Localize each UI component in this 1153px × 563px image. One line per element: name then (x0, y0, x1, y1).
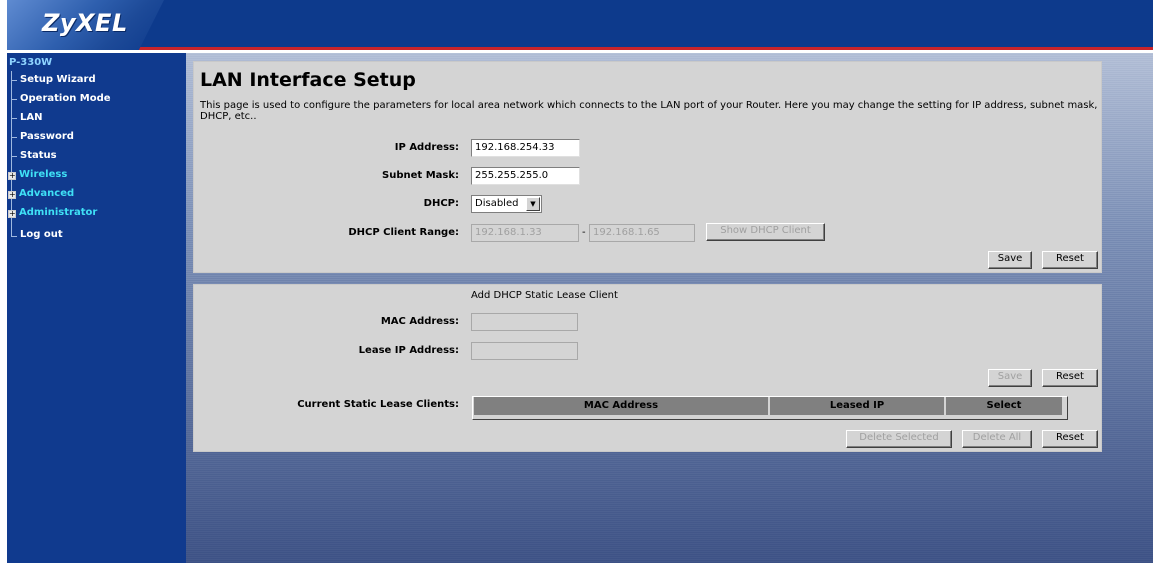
header-banner: ZyXEL (7, 0, 1153, 50)
dhcp-label: DHCP: (423, 198, 459, 209)
sidebar-item-log-out[interactable]: Log out (20, 229, 63, 240)
static-lease-heading: Add DHCP Static Lease Client (471, 290, 618, 301)
tree-connector (11, 118, 17, 119)
mac-address-input[interactable] (471, 313, 578, 331)
sidebar-item-lan[interactable]: LAN (20, 112, 42, 123)
subnet-mask-input[interactable]: 255.255.255.0 (471, 167, 580, 185)
static-lease-table: MAC Address Leased IP Select (472, 396, 1068, 420)
main-content: LAN Interface Setup This page is used to… (186, 53, 1153, 563)
lease-ip-address-input[interactable] (471, 342, 578, 360)
reset-button[interactable]: Reset (1042, 251, 1098, 269)
page-margin (0, 0, 7, 563)
tree-connector (11, 137, 17, 138)
sidebar-nav: P-330W Setup Wizard Operation Mode LAN P… (7, 53, 186, 563)
sidebar-item-operation-mode[interactable]: Operation Mode (20, 93, 111, 104)
static-save-button[interactable]: Save (988, 369, 1032, 387)
dhcp-selected-value: Disabled (475, 198, 519, 209)
sidebar-item-password[interactable]: Password (20, 131, 74, 142)
dhcp-client-range-label: DHCP Client Range: (348, 227, 459, 238)
column-header-mac-address: MAC Address (474, 397, 769, 415)
dhcp-range-end-input[interactable]: 192.168.1.65 (589, 224, 695, 242)
expand-plus-icon[interactable]: + (8, 191, 16, 199)
page-description: This page is used to configure the param… (200, 100, 1098, 122)
sidebar-item-administrator[interactable]: Administrator (19, 207, 97, 218)
sidebar-model-name[interactable]: P-330W (9, 57, 52, 68)
expand-plus-icon[interactable]: + (8, 210, 16, 218)
show-dhcp-client-button[interactable]: Show DHCP Client (706, 223, 825, 241)
current-static-lease-clients-label: Current Static Lease Clients: (297, 399, 459, 410)
tree-connector (11, 156, 17, 157)
delete-all-button[interactable]: Delete All (962, 430, 1032, 448)
dropdown-arrow-icon[interactable]: ▼ (526, 197, 540, 211)
subnet-mask-label: Subnet Mask: (382, 170, 459, 181)
page-title: LAN Interface Setup (200, 69, 416, 91)
column-header-select: Select (946, 397, 1063, 415)
sidebar-item-setup-wizard[interactable]: Setup Wizard (20, 74, 96, 85)
lan-interface-panel: LAN Interface Setup This page is used to… (193, 61, 1102, 273)
range-separator: - (582, 227, 586, 238)
tree-connector (11, 236, 17, 237)
lease-ip-address-label: Lease IP Address: (358, 345, 459, 356)
sidebar-item-status[interactable]: Status (20, 150, 57, 161)
ip-address-input[interactable]: 192.168.254.33 (471, 139, 580, 157)
dhcp-range-start-input[interactable]: 192.168.1.33 (471, 224, 579, 242)
sidebar-item-advanced[interactable]: Advanced (19, 188, 74, 199)
save-button[interactable]: Save (988, 251, 1032, 269)
column-header-leased-ip: Leased IP (770, 397, 945, 415)
expand-plus-icon[interactable]: + (8, 172, 16, 180)
static-lease-panel: Add DHCP Static Lease Client MAC Address… (193, 284, 1102, 452)
mac-address-label: MAC Address: (380, 316, 459, 327)
delete-selected-button[interactable]: Delete Selected (846, 430, 952, 448)
table-reset-button[interactable]: Reset (1042, 430, 1098, 448)
tree-connector (11, 80, 17, 81)
ip-address-label: IP Address: (394, 142, 459, 153)
sidebar-item-wireless[interactable]: Wireless (19, 169, 67, 180)
dhcp-select[interactable]: Disabled ▼ (471, 195, 542, 213)
tree-connector (11, 99, 17, 100)
static-reset-button[interactable]: Reset (1042, 369, 1098, 387)
zyxel-logo: ZyXEL (42, 9, 128, 37)
